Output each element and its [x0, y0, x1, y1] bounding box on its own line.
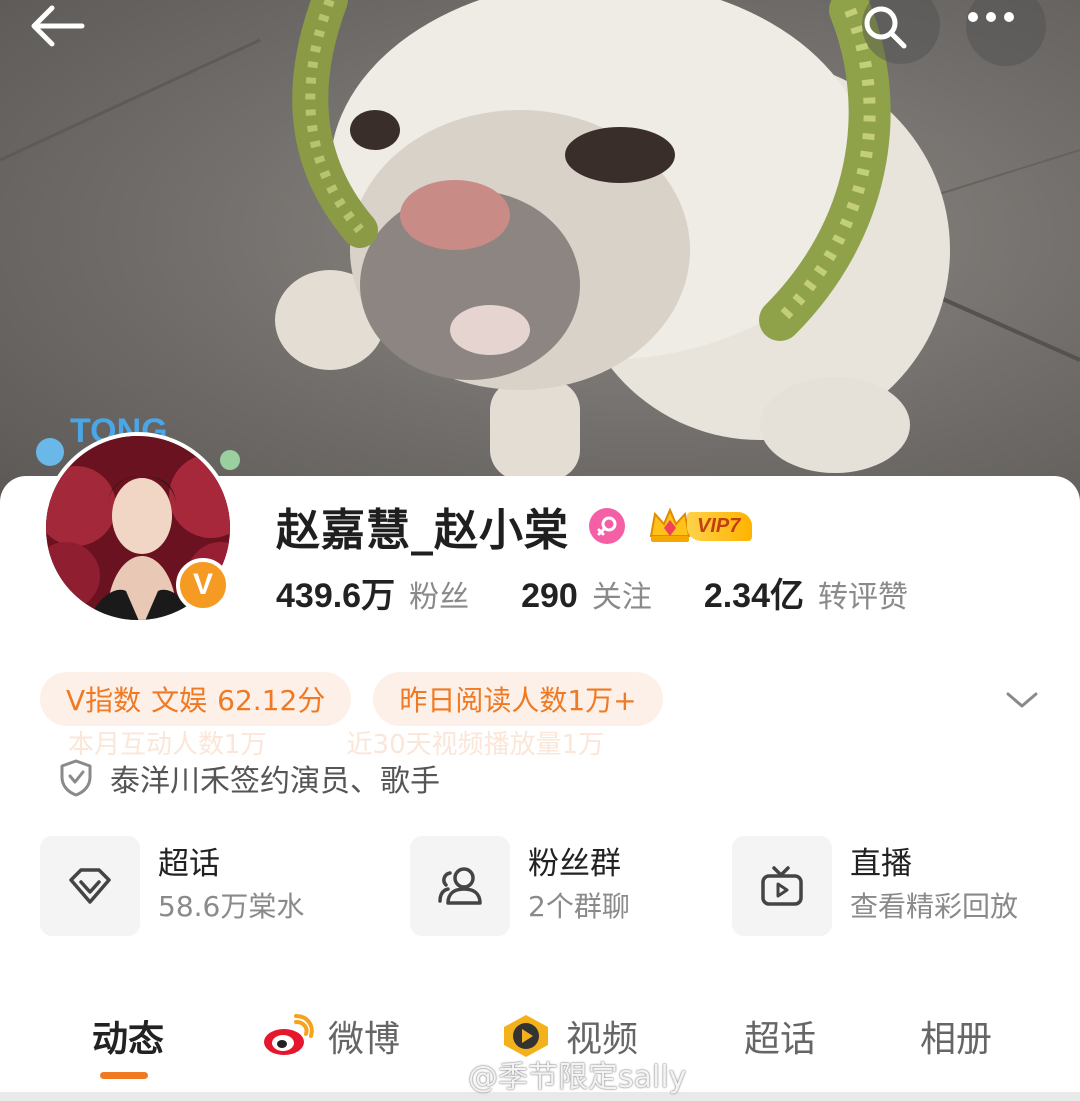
tab-album[interactable]: 相册 [920, 1010, 992, 1062]
certification-text: 泰洋川禾签约演员、歌手 [110, 764, 440, 799]
v-index-label: V指数 [66, 684, 142, 717]
avatar-area[interactable]: TONG V [30, 402, 250, 632]
stat-value: 2.34亿 [703, 577, 805, 615]
vip-badge[interactable]: VIP7 [647, 506, 753, 546]
feature-title: 直播 [850, 846, 912, 882]
tab-label: 动态 [92, 1019, 165, 1060]
feature-live[interactable]: 直播 查看精彩回放 [732, 836, 1018, 936]
weibo-logo-icon [264, 1014, 314, 1055]
verified-badge: V [176, 558, 230, 612]
v-index-chip[interactable]: V指数 文娱 62.12分 [40, 672, 352, 726]
certification-row: 泰洋川禾签约演员、歌手 [58, 756, 440, 800]
chevron-down-icon [1006, 692, 1038, 708]
vip-level: VIP7 [687, 511, 753, 541]
stat-value: 439.6万 [276, 577, 396, 615]
stat-following[interactable]: 290 关注 [521, 572, 652, 616]
influence-chips: V指数 文娱 62.12分 昨日阅读人数1万+ [40, 672, 685, 726]
stat-label: 转评赞 [818, 580, 909, 615]
active-tab-indicator [100, 1072, 148, 1079]
tab-label: 相册 [920, 1019, 993, 1060]
name-row: 赵嘉慧_赵小棠 VIP7 [276, 496, 753, 556]
arrow-left-icon [31, 5, 85, 47]
supertopic-diamond-icon [40, 836, 140, 936]
stat-reposts-comments-likes[interactable]: 2.34亿 转评赞 [704, 568, 908, 617]
stat-label: 关注 [591, 580, 652, 615]
feature-title: 超话 [158, 846, 220, 882]
feature-entries: 超话 58.6万棠水 粉丝群 2个群聊 直播 查看精彩回放 [40, 836, 1040, 936]
reads-yesterday-text: 昨日阅读人数1万+ [399, 684, 637, 717]
tab-label: 微博 [328, 1019, 401, 1060]
v-index-category: 文娱 [151, 684, 208, 717]
tab-supertopic[interactable]: 超话 [744, 1010, 816, 1062]
shield-icon [60, 759, 92, 797]
feature-fan-group[interactable]: 粉丝群 2个群聊 [410, 836, 630, 936]
profile-stats: 439.6万 粉丝 290 关注 2.34亿 转评赞 [276, 568, 960, 620]
feature-subtitle: 2个群聊 [528, 890, 630, 923]
tab-label: 超话 [744, 1019, 817, 1060]
tv-play-icon [732, 836, 832, 936]
user-name: 赵嘉慧_赵小棠 [276, 505, 569, 556]
group-people-icon [410, 836, 510, 936]
feature-subtitle: 58.6万棠水 [158, 890, 305, 923]
stat-value: 290 [521, 577, 578, 615]
stat-followers[interactable]: 439.6万 粉丝 [276, 568, 469, 617]
feature-subtitle: 查看精彩回放 [850, 890, 1019, 923]
female-icon [589, 508, 625, 544]
watermark: @季节限定sally [418, 1052, 686, 1096]
watermark-text: @季节限定sally [468, 1060, 687, 1095]
v-index-score: 62.12分 [217, 684, 326, 717]
feature-supertopic[interactable]: 超话 58.6万棠水 [40, 836, 304, 936]
back-button[interactable] [26, 0, 96, 60]
feature-title: 粉丝群 [528, 846, 621, 882]
reads-yesterday-chip[interactable]: 昨日阅读人数1万+ [373, 672, 663, 726]
search-icon [864, 6, 907, 49]
weibo-watermark-icon [418, 1059, 460, 1091]
stat-label: 粉丝 [409, 580, 470, 615]
expand-chips-button[interactable] [1000, 682, 1044, 718]
more-dots-icon [968, 12, 1014, 22]
tab-dynamics[interactable]: 动态 [92, 1010, 164, 1062]
tab-weibo[interactable]: 微博 [262, 1010, 400, 1062]
